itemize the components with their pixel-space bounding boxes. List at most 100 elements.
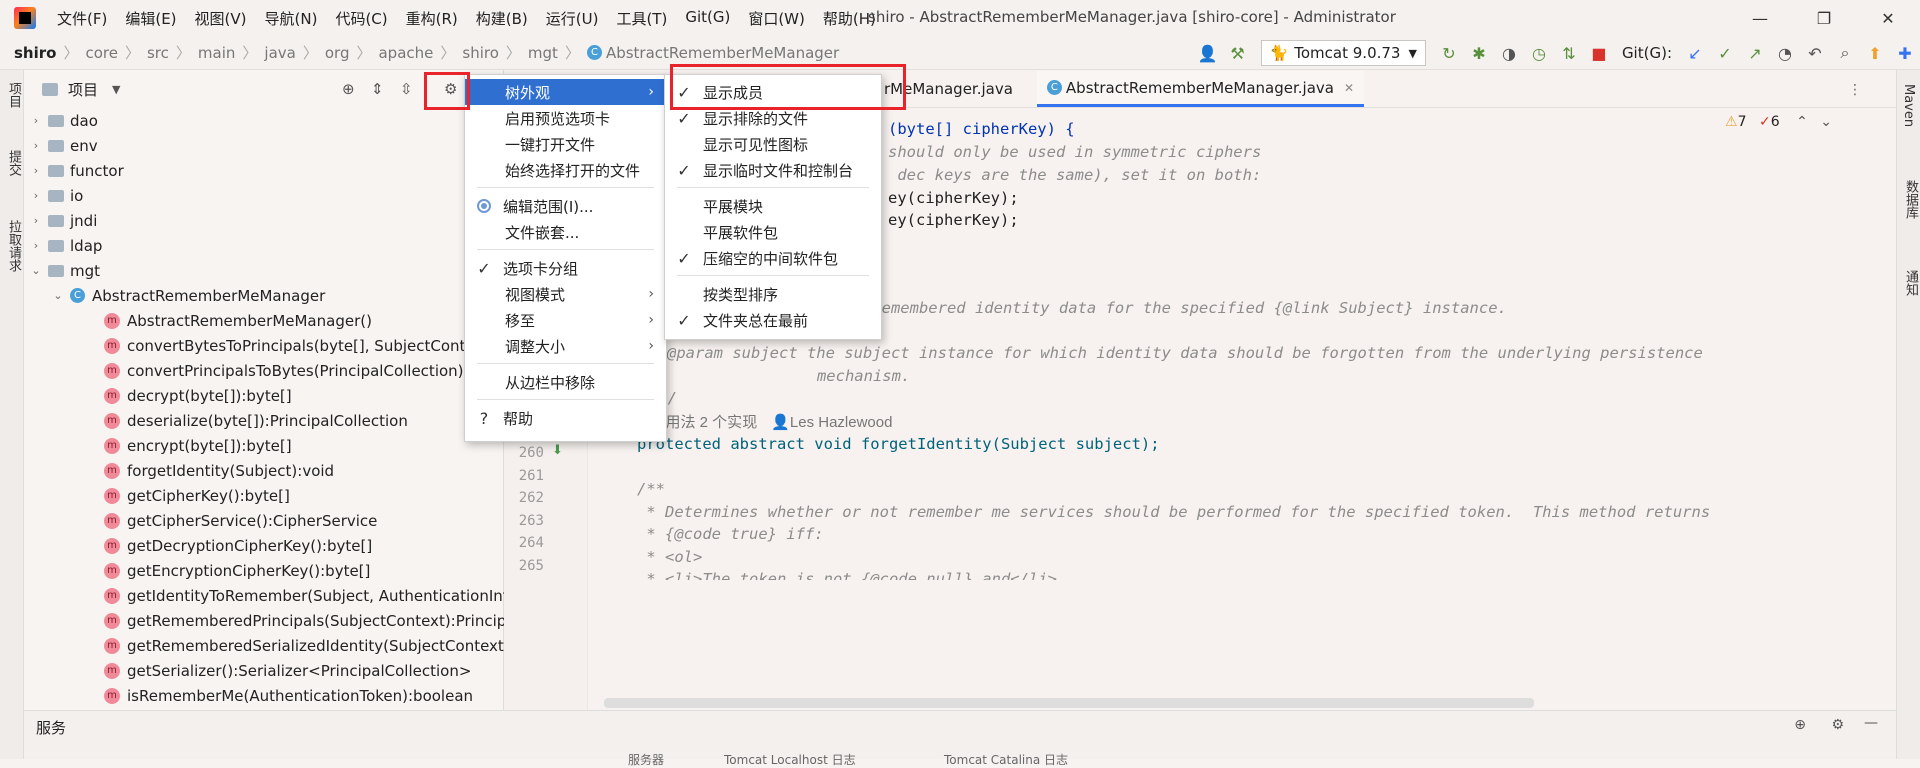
- menu-item-folders-always-on-top[interactable]: ✓ 文件夹总在最前: [665, 307, 881, 333]
- close-button[interactable]: ✕: [1856, 0, 1920, 36]
- rerun-icon[interactable]: ↻: [1434, 44, 1464, 63]
- menu-item-flatten-modules[interactable]: 平展模块: [665, 193, 881, 219]
- menu-item-always-select-opened[interactable]: 始终选择打开的文件: [465, 157, 666, 183]
- breadcrumb-item[interactable]: shiro: [462, 44, 499, 62]
- tree-method[interactable]: m getCipherService():CipherService: [24, 508, 504, 533]
- coverage-icon[interactable]: ◑: [1494, 44, 1524, 63]
- breadcrumb-item[interactable]: mgt: [528, 44, 558, 62]
- chevron-down-icon[interactable]: ⌄: [1820, 114, 1832, 130]
- tree-folder[interactable]: › io: [24, 183, 504, 208]
- gear-icon[interactable]: ⚙: [1831, 717, 1844, 733]
- git-commit-icon[interactable]: ✓: [1710, 44, 1740, 63]
- pull-requests-tool-button[interactable]: 拉取请求: [4, 220, 23, 272]
- horizontal-scrollbar[interactable]: [604, 698, 1534, 708]
- notifications-tool-button[interactable]: 通知: [1901, 270, 1920, 296]
- menu-item-sort-by-type[interactable]: 按类型排序: [665, 281, 881, 307]
- tree-method[interactable]: m getRememberedSerializedIdentity(Subject…: [24, 633, 504, 658]
- menu-item-view-mode[interactable]: 视图模式 ›: [465, 281, 666, 307]
- tree-method[interactable]: m convertBytesToPrincipals(byte[], Subjec…: [24, 333, 504, 358]
- services-tab[interactable]: Tomcat Localhost 日志: [724, 751, 856, 768]
- breadcrumb-item[interactable]: org: [325, 44, 350, 62]
- menu-item-remove-from-sidebar[interactable]: 从边栏中移除: [465, 369, 666, 395]
- menu-tools[interactable]: 工具(T): [607, 8, 676, 29]
- build-hammer-icon[interactable]: ⚒: [1223, 44, 1253, 63]
- menu-build[interactable]: 构建(B): [467, 8, 537, 29]
- history-icon[interactable]: ◔: [1770, 44, 1800, 63]
- tree-folder[interactable]: › ldap: [24, 233, 504, 258]
- minimize-panel-icon[interactable]: —: [1864, 715, 1878, 731]
- debug-icon[interactable]: ✱: [1464, 44, 1494, 63]
- target-icon[interactable]: ⊕: [1794, 717, 1806, 733]
- git-update-icon[interactable]: ↙: [1680, 44, 1710, 63]
- collapse-all-icon[interactable]: ⇳: [400, 80, 413, 98]
- tree-class[interactable]: ⌄ C AbstractRememberMeManager: [24, 283, 504, 308]
- inspection-widget[interactable]: ⚠7 ✓6 ⌃ ⌄: [1725, 114, 1832, 130]
- tree-method[interactable]: m forgetIdentity(Subject):void: [24, 458, 504, 483]
- intellij-logo-icon[interactable]: [14, 7, 36, 29]
- breadcrumb-item[interactable]: src: [147, 44, 169, 62]
- plugin-icon[interactable]: ✚: [1890, 44, 1920, 63]
- search-icon[interactable]: ⌕: [1830, 43, 1860, 63]
- close-tab-icon[interactable]: ✕: [1344, 81, 1354, 95]
- breadcrumb-item[interactable]: apache: [378, 44, 433, 62]
- tree-method[interactable]: m getIdentityToRemember(Subject, Authenti…: [24, 583, 504, 608]
- menu-code[interactable]: 代码(C): [326, 8, 396, 29]
- menu-item-flatten-packages[interactable]: 平展软件包: [665, 219, 881, 245]
- menu-item-open-single-click[interactable]: 一键打开文件: [465, 131, 666, 157]
- commit-tool-button[interactable]: 提交: [4, 150, 23, 176]
- services-tab[interactable]: Tomcat Catalina 日志: [944, 751, 1068, 768]
- tree-method[interactable]: m decrypt(byte[]):byte[]: [24, 383, 504, 408]
- chevron-right-icon[interactable]: ›: [28, 164, 44, 177]
- menu-view[interactable]: 视图(V): [186, 8, 256, 29]
- editor-tab-active[interactable]: C AbstractRememberMeManager.java ✕: [1036, 71, 1365, 107]
- menu-item-file-nesting[interactable]: 文件嵌套...: [465, 219, 666, 245]
- menu-navigate[interactable]: 导航(N): [256, 8, 327, 29]
- locate-icon[interactable]: ⊕: [342, 80, 355, 98]
- menu-item-resize[interactable]: 调整大小 ›: [465, 333, 666, 359]
- menu-file[interactable]: 文件(F): [48, 8, 116, 29]
- menu-item-help[interactable]: ? 帮助: [465, 405, 666, 431]
- menu-item-edit-scopes[interactable]: 编辑范围(I)...: [465, 193, 666, 219]
- menu-item-move-to[interactable]: 移至 ›: [465, 307, 666, 333]
- implemented-icon[interactable]: ⬇: [552, 443, 563, 458]
- chevron-right-icon[interactable]: ›: [28, 114, 44, 127]
- tree-method[interactable]: m getDecryptionCipherKey():byte[]: [24, 533, 504, 558]
- menu-item-group-tabs[interactable]: ✓ 选项卡分组: [465, 255, 666, 281]
- menu-item-preview-tab[interactable]: 启用预览选项卡: [465, 105, 666, 131]
- tree-folder[interactable]: › jndi: [24, 208, 504, 233]
- tree-folder[interactable]: › dao: [24, 108, 504, 133]
- chevron-right-icon[interactable]: ›: [28, 139, 44, 152]
- chevron-right-icon[interactable]: ›: [28, 239, 44, 252]
- breadcrumb-item[interactable]: core: [85, 44, 118, 62]
- minimize-button[interactable]: —: [1728, 0, 1792, 36]
- tree-method[interactable]: m getSerializer():Serializer<PrincipalCol…: [24, 658, 504, 683]
- project-panel-title[interactable]: 项目: [68, 79, 98, 100]
- menu-item-compact-middle-packages[interactable]: ✓ 压缩空的中间软件包: [665, 245, 881, 271]
- tree-method[interactable]: m convertPrincipalsToBytes(PrincipalColle…: [24, 358, 504, 383]
- tree-folder[interactable]: › env: [24, 133, 504, 158]
- chevron-down-icon[interactable]: ⌄: [28, 264, 44, 277]
- breadcrumb-item[interactable]: shiro: [14, 44, 56, 62]
- menu-item-show-visibility-icons[interactable]: 显示可见性图标: [665, 131, 881, 157]
- breadcrumb-item[interactable]: main: [198, 44, 235, 62]
- chevron-right-icon[interactable]: ›: [28, 189, 44, 202]
- menu-item-tree-appearance[interactable]: 树外观 ›: [465, 79, 666, 105]
- tree-method[interactable]: m getCipherKey():byte[]: [24, 483, 504, 508]
- maven-tool-button[interactable]: Maven: [1901, 84, 1916, 127]
- menu-item-show-scratch-files[interactable]: ✓ 显示临时文件和控制台: [665, 157, 881, 183]
- services-tab[interactable]: 服务器: [628, 751, 664, 768]
- stop-icon[interactable]: ■: [1584, 44, 1614, 63]
- database-tool-button[interactable]: 数据库: [1901, 180, 1920, 219]
- attach-icon[interactable]: ⇅: [1554, 44, 1584, 63]
- chevron-down-icon[interactable]: ⌄: [50, 289, 66, 302]
- tree-method[interactable]: m deserialize(byte[]):PrincipalCollection: [24, 408, 504, 433]
- maximize-button[interactable]: ❐: [1792, 0, 1856, 36]
- tree-method[interactable]: m encrypt(byte[]):byte[]: [24, 433, 504, 458]
- rollback-icon[interactable]: ↶: [1800, 44, 1830, 63]
- tree-folder[interactable]: ⌄ mgt: [24, 258, 504, 283]
- tree-method[interactable]: m isRememberMe(AuthenticationToken):boole…: [24, 683, 504, 708]
- usage-hint[interactable]: 6 个用法 2 个实现 👤Les Hazlewood: [638, 411, 892, 432]
- git-push-icon[interactable]: ↗: [1740, 44, 1770, 63]
- tree-method[interactable]: m getRememberedPrincipals(SubjectContext)…: [24, 608, 504, 633]
- menu-run[interactable]: 运行(U): [537, 8, 608, 29]
